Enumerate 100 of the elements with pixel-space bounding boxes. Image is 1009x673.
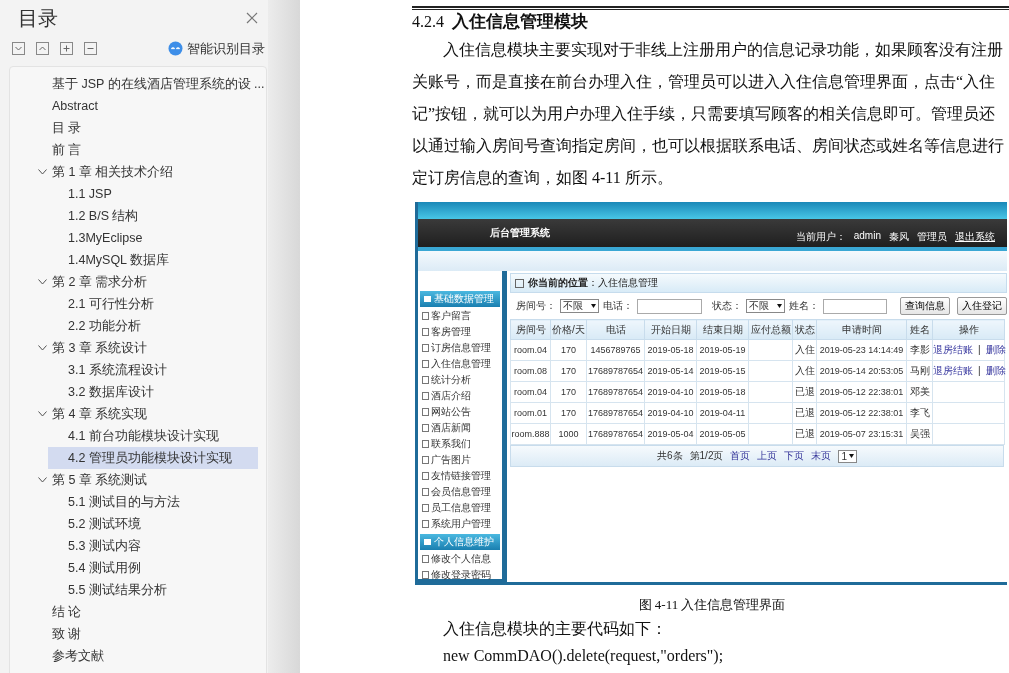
nav-item[interactable]: 酒店介绍	[418, 388, 502, 404]
table-cell: 2019-05-04	[644, 423, 697, 445]
nav-item[interactable]: 统计分析	[418, 372, 502, 388]
column-header: 申请时间	[816, 319, 907, 340]
toc-item[interactable]: 1.2 B/S 结构	[10, 205, 266, 227]
filter-input[interactable]	[822, 298, 887, 314]
pager-link[interactable]: 首页	[730, 449, 751, 463]
chevron-icon[interactable]	[38, 411, 47, 417]
table-cell: 邓美	[906, 381, 933, 403]
nav-item[interactable]: 联系我们	[418, 436, 502, 452]
toc-item[interactable]: 5.4 测试用例	[10, 557, 266, 579]
user-info: 管理员	[917, 230, 947, 244]
expand-up-icon[interactable]	[36, 42, 49, 55]
nav-item[interactable]: 订房信息管理	[418, 340, 502, 356]
table-cell: room.01	[510, 402, 551, 424]
user-info: admin	[853, 230, 881, 243]
table-cell: 已退	[792, 423, 817, 445]
toc-item[interactable]: 目 录	[10, 117, 266, 139]
toc-item[interactable]: 5.5 测试结果分析	[10, 579, 266, 601]
toc-item[interactable]: 第 1 章 相关技术介绍	[10, 161, 266, 183]
nav-item[interactable]: 广告图片	[418, 452, 502, 468]
toc-item[interactable]: 5.2 测试环境	[10, 513, 266, 535]
pager-link[interactable]: 末页	[811, 449, 832, 463]
toc-item[interactable]: 5.1 测试目的与方法	[10, 491, 266, 513]
logout-link[interactable]: 退出系统	[955, 230, 995, 244]
nav-item[interactable]: 员工信息管理	[418, 500, 502, 516]
chevron-icon[interactable]	[38, 279, 47, 285]
pager-link[interactable]: 下页	[784, 449, 805, 463]
toc-item[interactable]: 第 2 章 需求分析	[10, 271, 266, 293]
nav-item[interactable]: 修改个人信息	[418, 551, 502, 567]
nav-item[interactable]: 客房管理	[418, 324, 502, 340]
chevron-icon[interactable]	[38, 477, 47, 483]
smart-toc-button[interactable]: 智能识别目录	[168, 39, 265, 58]
toc-item[interactable]: 1.3MyEclipse	[10, 227, 266, 249]
toc-item[interactable]: 3.1 系统流程设计	[10, 359, 266, 381]
plus-icon[interactable]	[60, 42, 73, 55]
paragraph-line: 记”按钮，就可以为用户办理入住手续，只需要填写顾客的相关信息即可。管理员还	[412, 104, 997, 124]
action-link[interactable]: 删除	[985, 365, 1006, 376]
page-select[interactable]: 1	[838, 449, 857, 463]
form-button[interactable]: 入住登记	[957, 297, 1007, 315]
nav-item[interactable]: 客户留言	[418, 308, 502, 324]
toc-item[interactable]: 1.1 JSP	[10, 183, 266, 205]
collapse-all-icon[interactable]	[12, 42, 25, 55]
toc-item[interactable]: Abstract	[10, 95, 266, 117]
table-cell: room.888	[510, 423, 551, 445]
breadcrumb: 你当前的位置：入住信息管理	[528, 276, 658, 290]
nav-item[interactable]: 网站公告	[418, 404, 502, 420]
filter-select[interactable]: 不限	[560, 299, 599, 313]
table-cell: 2019-05-05	[696, 423, 749, 445]
chevron-icon[interactable]	[38, 345, 47, 351]
code-line: new CommDAO().delete(request,"orders");	[442, 646, 725, 667]
table-cell: 1456789765	[586, 339, 645, 361]
action-link[interactable]: 退房结账	[933, 344, 973, 355]
table-cell: 已退	[792, 381, 817, 403]
table-cell: 2019-05-14	[644, 360, 697, 382]
minus-icon[interactable]	[84, 42, 97, 55]
toc-item[interactable]: 2.1 可行性分析	[10, 293, 266, 315]
toc-item[interactable]: 第 5 章 系统测试	[10, 469, 266, 491]
table-cell: 2019-05-12 22:38:01	[816, 381, 907, 403]
app-title: 后台管理系统	[490, 226, 550, 240]
toc-item[interactable]: 结 论	[10, 601, 266, 623]
table-cell: 2019-05-18	[696, 381, 749, 403]
document-icon	[515, 278, 524, 288]
nav-item[interactable]: 酒店新闻	[418, 420, 502, 436]
paragraph-line: 定订房信息的查询，如图 4-11 所示。	[412, 168, 674, 188]
toc-item[interactable]: 2.2 功能分析	[10, 315, 266, 337]
separator: |	[978, 344, 981, 355]
toc-item[interactable]: 参考文献	[10, 645, 266, 667]
caret-icon	[591, 304, 596, 308]
record-count: 共6条	[657, 449, 683, 463]
toc-item[interactable]: 基于 JSP 的在线酒店管理系统的设 ...	[10, 73, 266, 95]
action-link[interactable]: 退房结账	[933, 365, 973, 376]
toc-item[interactable]: 4.1 前台功能模块设计实现	[10, 425, 266, 447]
chevron-icon[interactable]	[38, 169, 47, 175]
toc-item[interactable]: 5.3 测试内容	[10, 535, 266, 557]
toc-item[interactable]: 1.4MySQL 数据库	[10, 249, 266, 271]
filter-input[interactable]	[637, 298, 702, 314]
nav-item[interactable]: 修改登录密码	[418, 567, 502, 583]
toc-item[interactable]: 致 谢	[10, 623, 266, 645]
table-cell: 170	[550, 360, 587, 382]
toc-item[interactable]: 前 言	[10, 139, 266, 161]
nav-item[interactable]: 入住信息管理	[418, 356, 502, 372]
toc-item[interactable]: 4.2 管理员功能模块设计实现	[48, 447, 258, 469]
table-cell: 170	[550, 381, 587, 403]
table-cell: 2019-04-11	[696, 402, 749, 424]
column-header: 状态	[792, 319, 817, 340]
nav-item[interactable]: 友情链接管理	[418, 468, 502, 484]
toc-item[interactable]: 第 4 章 系统实现	[10, 403, 266, 425]
nav-item[interactable]: 系统用户管理	[418, 516, 502, 532]
pager-link[interactable]: 上页	[757, 449, 778, 463]
filter-select[interactable]: 不限	[745, 299, 785, 313]
toc-item[interactable]: 3.2 数据库设计	[10, 381, 266, 403]
toc-item[interactable]: 第 3 章 系统设计	[10, 337, 266, 359]
close-icon[interactable]	[246, 12, 258, 24]
action-link[interactable]: 删除	[985, 344, 1006, 355]
table-cell: 入住	[792, 360, 817, 382]
user-info: 秦风	[889, 230, 909, 244]
table-cell: 170	[550, 402, 587, 424]
form-button[interactable]: 查询信息	[900, 297, 950, 315]
nav-item[interactable]: 会员信息管理	[418, 484, 502, 500]
